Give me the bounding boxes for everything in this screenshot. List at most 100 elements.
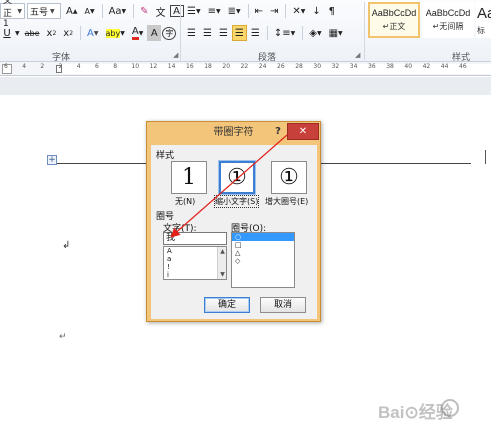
clear-format-icon[interactable]: ✎ xyxy=(137,3,151,19)
ruler-tick-label: 22 xyxy=(240,63,249,70)
ruler-tick-label: 18 xyxy=(204,63,212,70)
text-effect-button[interactable]: A ▼ xyxy=(84,25,101,41)
style-option-enlarge-symbol-label[interactable]: 增大圈号(E) xyxy=(265,196,308,207)
ruler-tick-label: 46 xyxy=(459,63,467,70)
change-case-label: Aa xyxy=(108,5,122,17)
separator xyxy=(285,4,287,18)
char-shading-label: A xyxy=(150,27,158,39)
bullets-icon[interactable]: ☰ ▼ xyxy=(184,3,204,19)
ruler-tick-label: 32 xyxy=(331,63,340,70)
ruler-tick-label: 34 xyxy=(349,63,358,70)
table-border-line xyxy=(57,163,147,164)
close-button[interactable]: ✕ xyxy=(287,123,319,140)
ruler-tick-label: 2 xyxy=(40,63,45,70)
option-glyph: 1 xyxy=(182,165,196,190)
style-option-none-label[interactable]: 无(N) xyxy=(175,196,195,207)
separator xyxy=(266,26,268,40)
style-option-shrink-text[interactable]: ① xyxy=(219,161,255,194)
strikethrough-button[interactable]: abe xyxy=(22,25,43,41)
change-case-button[interactable]: Aa ▼ xyxy=(106,3,130,19)
align-right-icon[interactable]: ☰ xyxy=(216,25,231,41)
separator xyxy=(80,26,82,40)
scrollbar[interactable]: ▲ ▼ xyxy=(217,247,226,279)
scroll-down-icon[interactable]: ▼ xyxy=(218,270,227,279)
line-spacing-icon[interactable]: ↕≡ ▼ xyxy=(271,25,298,41)
font-name-combo[interactable]: 文正1 ▼ xyxy=(0,0,25,29)
list-item[interactable]: □ xyxy=(232,241,294,249)
ruler-tick-label: 26 xyxy=(277,63,285,70)
align-center-icon[interactable]: ☰ xyxy=(200,25,215,41)
increase-indent-icon[interactable]: ⇥ xyxy=(267,3,281,19)
ruler-tick-label: 28 xyxy=(295,63,303,70)
show-marks-icon[interactable]: ¶ xyxy=(325,3,339,19)
cancel-button[interactable]: 取消 xyxy=(260,297,306,313)
document-backdrop xyxy=(0,77,491,95)
font-size-combo[interactable]: 五号 ▼ xyxy=(27,3,61,19)
separator xyxy=(302,26,304,40)
list-item[interactable]: △ xyxy=(232,249,294,257)
ribbon: 文正1 ▼ 五号 ▼ A ▲ A ▼ Aa ▼ ✎ 文 A ☰ ▼ ≡ ▼ ≣ ▼ ⇤ ⇥ … xyxy=(0,0,491,63)
ruler-tick-label: 36 xyxy=(368,63,376,70)
decrease-indent-icon[interactable]: ⇤ xyxy=(252,3,266,19)
text-cursor: ↲ xyxy=(62,240,71,251)
group-divider xyxy=(364,2,365,60)
ruler-tick-label: 42 xyxy=(422,63,431,70)
grow-font-button[interactable]: A ▲ xyxy=(63,3,80,19)
style-sample: Aa xyxy=(477,4,491,22)
enclosure-list[interactable]: ○ □ △ ◇ xyxy=(231,232,295,288)
style-heading[interactable]: Aa 标 xyxy=(476,2,491,38)
table-move-handle[interactable]: + xyxy=(47,155,57,165)
list-item[interactable]: ◇ xyxy=(232,257,294,265)
font-color-label: A xyxy=(131,26,139,40)
borders-icon[interactable]: ▦ ▼ xyxy=(326,25,346,41)
distribute-icon[interactable]: ☰ xyxy=(248,25,263,41)
numbering-icon[interactable]: ≡ ▼ xyxy=(205,3,224,19)
shrink-font-button[interactable]: A ▼ xyxy=(81,3,97,19)
character-shading-button[interactable]: A xyxy=(147,25,162,41)
font-color-button[interactable]: A ▼ xyxy=(129,25,146,41)
style-normal[interactable]: AaBbCcDd ↵正文 xyxy=(368,2,420,38)
shading-icon[interactable]: ◈ ▼ xyxy=(306,25,324,41)
text-effect-label: A xyxy=(87,27,94,39)
subscript-button[interactable]: x2 xyxy=(44,25,60,41)
grow-font-label: A xyxy=(66,5,73,17)
underline-button[interactable]: U xyxy=(0,25,14,41)
font-dialog-launcher-icon[interactable]: ◢ xyxy=(173,51,178,59)
chevron-down-icon: ▼ xyxy=(15,29,20,37)
multilevel-list-icon[interactable]: ≣ ▼ xyxy=(225,3,244,19)
ruler-tick-label: 14 xyxy=(167,63,176,70)
ruler-tick-label: 6 xyxy=(4,63,8,70)
text-input[interactable]: 我 xyxy=(163,232,227,245)
style-option-shrink-text-label[interactable]: 缩小文字(S) xyxy=(213,195,260,208)
style-option-none[interactable]: 1 xyxy=(171,161,207,194)
align-left-icon[interactable]: ☰ xyxy=(184,25,199,41)
group-divider xyxy=(180,4,181,62)
text-list[interactable]: A a ! i ▲ ▼ xyxy=(163,246,227,280)
highlight-button[interactable]: aby ▼ xyxy=(103,25,128,41)
ruler-tick-label: 16 xyxy=(186,63,194,70)
sort-icon[interactable]: ↓ xyxy=(309,3,323,19)
ruler-tick-label: 20 xyxy=(222,63,231,70)
enclose-characters-button[interactable]: 字 xyxy=(162,26,177,40)
phonetic-guide-button[interactable]: 文 xyxy=(153,3,169,19)
character-border-button[interactable]: A xyxy=(169,5,184,17)
chinese-layout-icon[interactable]: ✕ ▼ xyxy=(289,3,308,19)
ok-button[interactable]: 确定 xyxy=(204,297,250,313)
strike-label: abe xyxy=(24,28,40,38)
scroll-up-icon[interactable]: ▲ xyxy=(218,247,227,256)
help-button[interactable]: ? xyxy=(271,124,285,140)
chevron-down-icon: ▼ xyxy=(17,7,22,15)
table-border-line xyxy=(321,163,471,164)
style-name: ↵无间隔 xyxy=(432,22,464,31)
horizontal-ruler[interactable]: 6 4 2 2 4 6 8 10 12 14 16 18 20 22 24 26 28 30 32 34 36 38 40 4… xyxy=(0,62,491,76)
underline-label: U xyxy=(3,27,11,39)
superscript-button[interactable]: x2 xyxy=(60,25,76,41)
style-option-enlarge-symbol[interactable]: ① xyxy=(271,161,307,194)
justify-icon[interactable]: ☰ xyxy=(231,25,247,41)
style-no-spacing[interactable]: AaBbCcDd ↵无间隔 xyxy=(422,2,474,38)
paragraph-dialog-launcher-icon[interactable]: ◢ xyxy=(355,51,360,59)
ruler-tick-label: 4 xyxy=(76,63,81,70)
separator xyxy=(101,4,103,18)
ruler-tick-label: 30 xyxy=(313,63,322,70)
list-item[interactable]: ○ xyxy=(232,233,294,241)
